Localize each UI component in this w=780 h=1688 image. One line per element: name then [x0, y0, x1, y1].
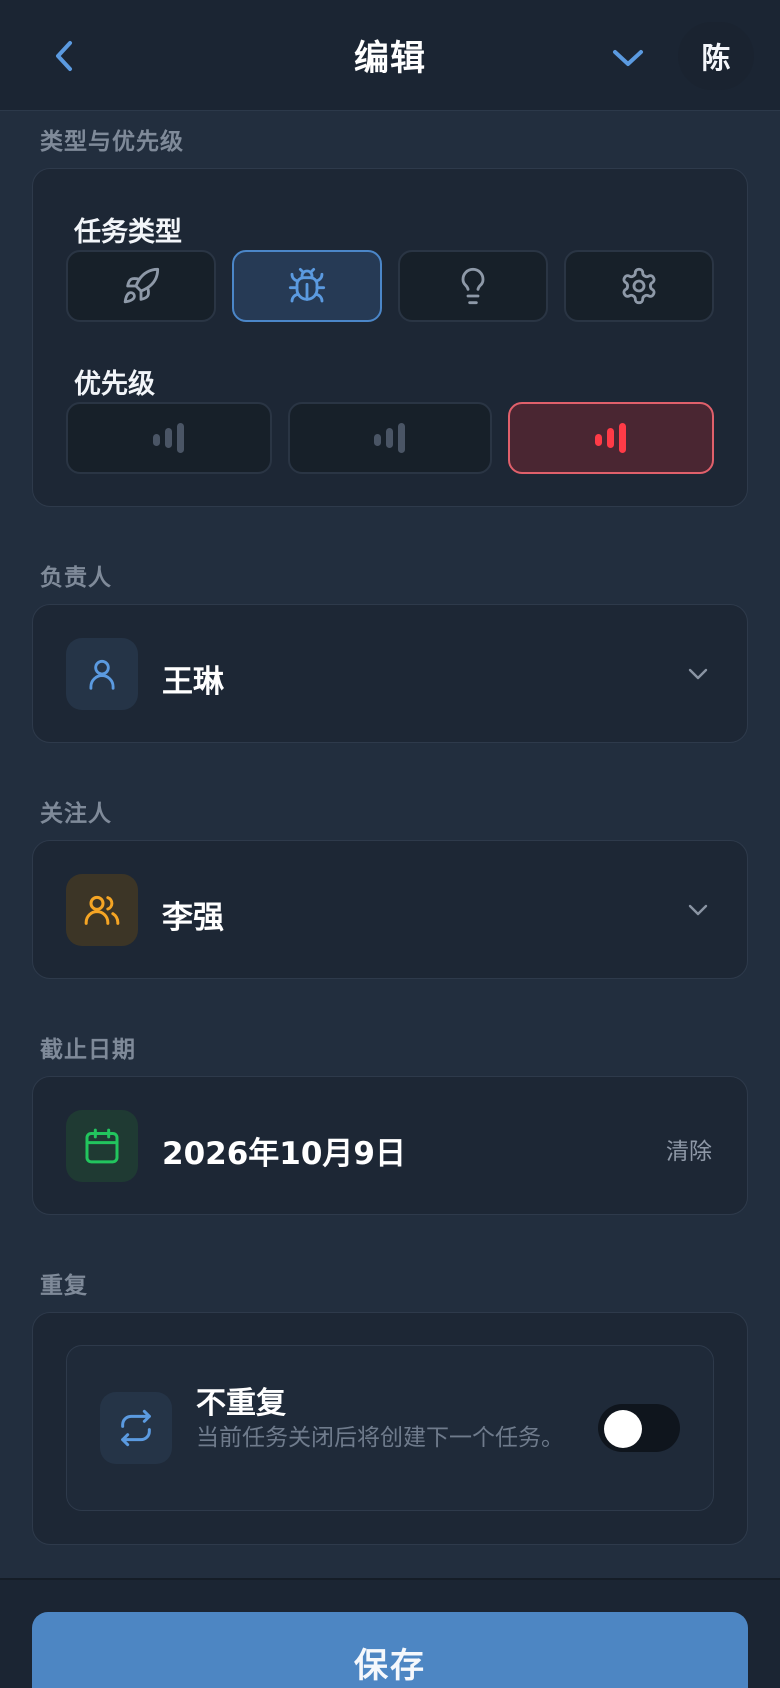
follower-dropdown-toggle[interactable] — [683, 895, 713, 925]
assignee-section-label: 负责人 — [40, 565, 112, 591]
chevron-down-icon — [613, 50, 643, 66]
task-type-option-settings[interactable] — [564, 250, 714, 322]
assignee-avatar — [66, 638, 138, 710]
signal-high-icon — [595, 423, 626, 453]
user-avatar[interactable]: 陈 — [678, 22, 754, 90]
clear-deadline-button[interactable]: 清除 — [666, 1132, 712, 1166]
follower-value: 李强 — [162, 900, 224, 936]
signal-low-icon — [153, 423, 184, 453]
priority-label: 优先级 — [74, 369, 155, 400]
collapse-button[interactable] — [604, 36, 652, 80]
top-bar: 编辑 陈 — [0, 0, 780, 111]
task-type-label: 任务类型 — [74, 217, 182, 248]
follower-avatar — [66, 874, 138, 946]
repeat-description: 当前任务关闭后将创建下一个任务。 — [196, 1425, 564, 1451]
deadline-section-label: 截止日期 — [40, 1037, 136, 1063]
task-type-option-idea[interactable] — [398, 250, 548, 322]
repeat-section-label: 重复 — [40, 1273, 88, 1299]
type-priority-section-label: 类型与优先级 — [40, 129, 184, 155]
signal-medium-icon — [374, 423, 405, 453]
repeat-toggle[interactable] — [598, 1404, 680, 1452]
task-type-option-bug[interactable] — [232, 250, 382, 322]
toggle-knob — [604, 1410, 642, 1448]
page-title: 编辑 — [353, 39, 426, 79]
assignee-value: 王琳 — [162, 664, 224, 700]
save-button[interactable]: 保存 — [32, 1612, 748, 1688]
assignee-dropdown-toggle[interactable] — [683, 659, 713, 689]
task-type-option-feature[interactable] — [66, 250, 216, 322]
priority-option-low[interactable] — [66, 402, 272, 474]
follower-selector[interactable] — [32, 840, 748, 979]
assignee-selector[interactable] — [32, 604, 748, 743]
task-edit-page: 编辑 陈 类型与优先级 任务类型 优先级 负责人 王琳 关注人 李强 截止日期 … — [0, 0, 780, 1688]
repeat-title: 不重复 — [196, 1386, 286, 1421]
chevron-down-icon — [688, 668, 708, 680]
priority-option-medium[interactable] — [288, 402, 492, 474]
deadline-value: 2026年10月9日 — [162, 1136, 406, 1172]
chevron-down-icon — [688, 904, 708, 916]
follower-section-label: 关注人 — [40, 801, 112, 827]
rocket-icon — [123, 267, 160, 304]
bug-icon — [288, 267, 326, 303]
deadline-icon-box — [66, 1110, 138, 1182]
repeat-icon-box — [100, 1392, 172, 1464]
priority-option-high[interactable] — [508, 402, 714, 474]
repeat-icon — [121, 1409, 151, 1447]
user-icon — [89, 659, 115, 690]
lightbulb-icon — [461, 267, 485, 305]
calendar-icon — [85, 1128, 119, 1164]
gear-icon — [622, 267, 656, 305]
users-icon — [84, 895, 120, 925]
